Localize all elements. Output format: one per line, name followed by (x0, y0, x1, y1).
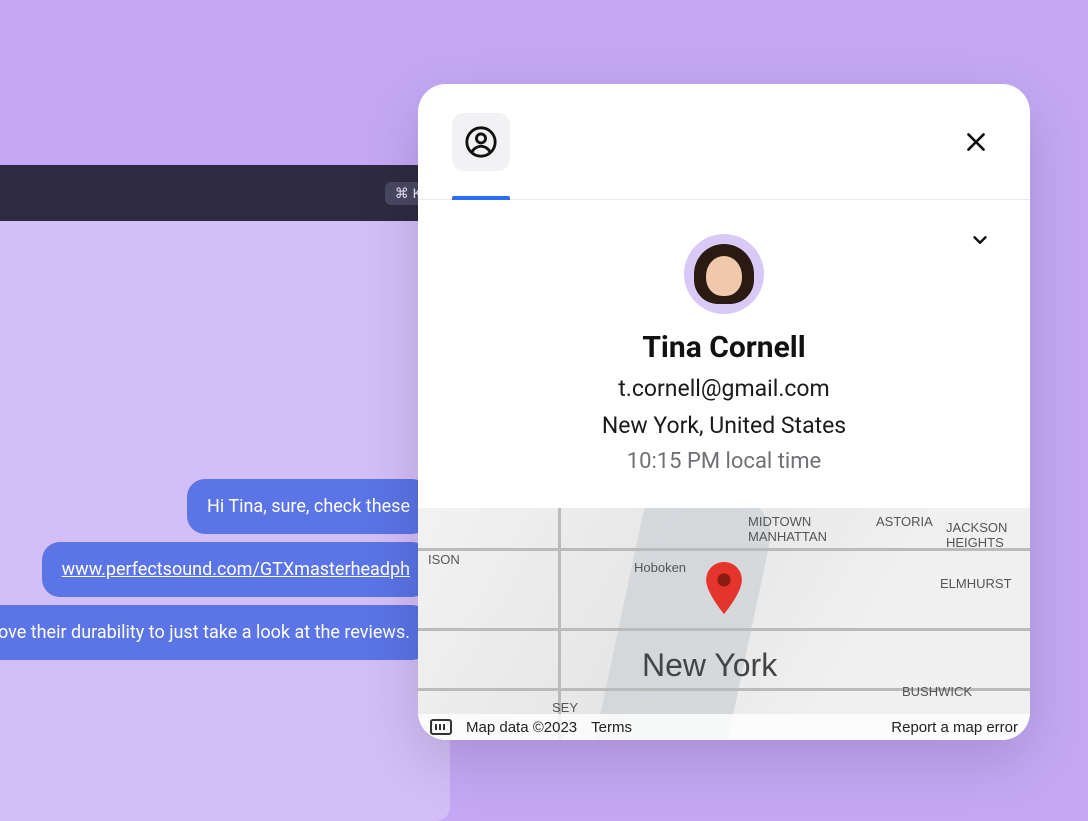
map-label: BUSHWICK (902, 684, 972, 699)
map-label: JACKSON HEIGHTS (946, 520, 1007, 550)
close-icon (963, 129, 989, 155)
map-attribution: Map data ©2023 (466, 719, 577, 736)
map-label: SEY (552, 700, 578, 715)
profile-email: t.cornell@gmail.com (448, 375, 1000, 402)
collapse-toggle[interactable] (964, 224, 996, 256)
chat-message-link[interactable]: www.perfectsound.com/GTXmasterheadph (62, 559, 410, 580)
map-report-link[interactable]: Report a map error (891, 719, 1018, 736)
profile-location: New York, United States (448, 412, 1000, 439)
profile-card-header (418, 84, 1030, 200)
chat-message-outgoing: Hi Tina, sure, check these (187, 479, 430, 534)
chat-message-outgoing: www.perfectsound.com/GTXmasterheadph (42, 542, 430, 597)
map-city-label: New York (642, 647, 777, 684)
profile-card: Tina Cornell t.cornell@gmail.com New Yor… (418, 84, 1030, 740)
profile-local-time: 10:15 PM local time (448, 449, 1000, 474)
chat-panel: estion ⌘ K Chat started: Today, 10:38 ce… (0, 165, 450, 821)
profile-name: Tina Cornell (448, 330, 1000, 365)
chevron-down-icon (969, 229, 991, 251)
avatar (684, 234, 764, 314)
chat-body: Chat started: Today, 10:38 celing headph… (0, 221, 450, 821)
chat-started-label: Chat started: Today, 10:38 (0, 245, 430, 265)
map-label: ASTORIA (876, 514, 933, 529)
person-circle-icon (464, 125, 498, 159)
profile-card-body: Tina Cornell t.cornell@gmail.com New Yor… (418, 200, 1030, 508)
keyboard-icon[interactable] (430, 719, 452, 735)
location-map[interactable]: ISON MIDTOWN MANHATTAN ASTORIA JACKSON H… (418, 508, 1030, 740)
search-bar[interactable]: estion ⌘ K (0, 165, 450, 221)
map-label: MIDTOWN MANHATTAN (748, 514, 827, 544)
map-label: ELMHURST (940, 576, 1012, 591)
map-label: Hoboken (634, 560, 686, 575)
chat-message-outgoing: Customers love their durability to just … (0, 605, 430, 660)
close-button[interactable] (956, 122, 996, 162)
map-attribution-bar: Map data ©2023 Terms Report a map error (418, 714, 1030, 740)
profile-tab-button[interactable] (452, 113, 510, 171)
chat-message-group-outgoing: Hi Tina, sure, check these www.perfectso… (0, 479, 430, 660)
map-label: ISON (428, 552, 460, 567)
map-terms-link[interactable]: Terms (591, 719, 632, 736)
map-pin-icon (704, 562, 744, 618)
